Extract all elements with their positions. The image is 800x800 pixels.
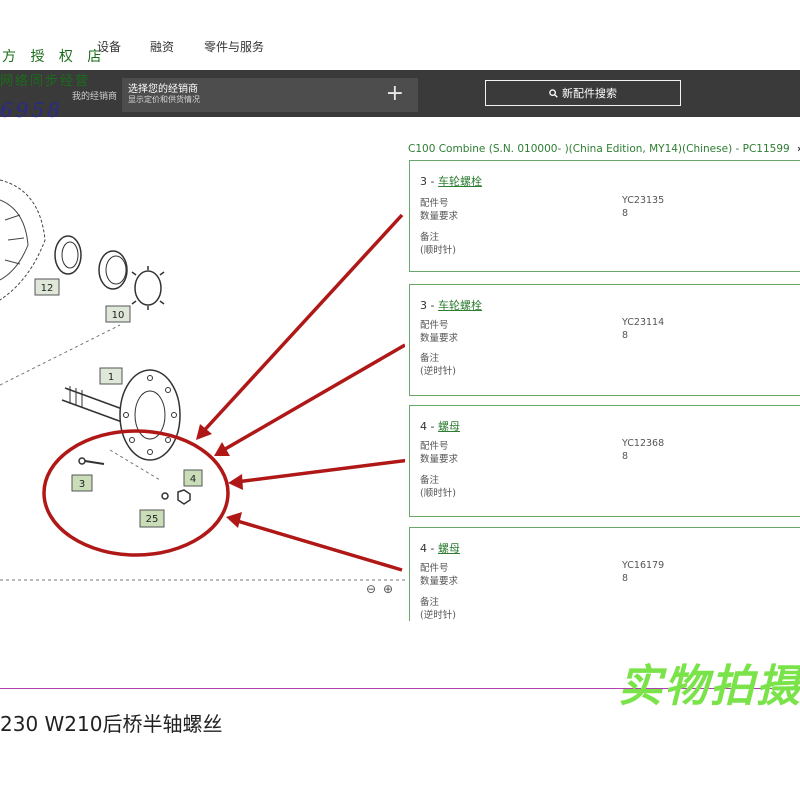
- callout-10: 10: [105, 305, 131, 323]
- note-label: 备注: [420, 597, 440, 608]
- new-parts-search-button[interactable]: 新配件搜索: [485, 80, 681, 106]
- nav-item-equipment[interactable]: 设备: [97, 38, 121, 55]
- part-number-value: YC23135: [622, 195, 665, 206]
- note-value: (顺时针): [420, 245, 456, 256]
- zoom-out-icon[interactable]: ⊖: [366, 582, 376, 596]
- zoom-in-icon[interactable]: ⊕: [383, 582, 393, 596]
- svg-text:12: 12: [41, 283, 54, 294]
- top-navigation: [0, 0, 800, 70]
- note-label: 备注: [420, 232, 440, 243]
- callout-4: 4: [183, 469, 203, 487]
- product-caption: 230 W210后桥半轴螺丝: [0, 712, 223, 736]
- part-number-index: 4: [420, 542, 427, 555]
- nav-item-parts-service[interactable]: 零件与服务: [204, 38, 264, 55]
- part-number-index: 3: [420, 299, 427, 312]
- svg-text:3: 3: [79, 479, 85, 490]
- nav-item-finance[interactable]: 融资: [150, 38, 174, 55]
- part-number-label: 配件号: [420, 563, 449, 574]
- part-card-title: 4 - 螺母: [420, 542, 460, 555]
- callout-1: 1: [99, 367, 123, 385]
- part-number-label: 配件号: [420, 320, 449, 331]
- svg-text:4: 4: [190, 474, 196, 485]
- watermark-sync-text: 网络同步经营: [0, 74, 91, 89]
- part-number-label: 配件号: [420, 441, 449, 452]
- note-label: 备注: [420, 475, 440, 486]
- part-number-label: 配件号: [420, 198, 449, 209]
- part-name-link[interactable]: 螺母: [438, 542, 460, 555]
- svg-text:25: 25: [146, 514, 159, 525]
- breadcrumb-text: C100 Combine (S.N. 010000- )(China Editi…: [408, 143, 790, 155]
- annotation-arrow-4: [226, 512, 403, 572]
- my-dealer-label: 我的经销商: [72, 92, 118, 102]
- breadcrumb[interactable]: C100 Combine (S.N. 010000- )(China Editi…: [408, 143, 800, 155]
- part-number-index: 3: [420, 175, 427, 188]
- select-dealer-button[interactable]: 选择您的经销商 显示定价和供货情况 +: [122, 78, 418, 112]
- part-card-title: 3 - 车轮螺栓: [420, 299, 482, 312]
- quantity-label: 数量要求: [420, 576, 459, 587]
- part-number-value: YC12368: [622, 438, 665, 449]
- quantity-label: 数量要求: [420, 333, 459, 344]
- svg-text:1: 1: [108, 372, 114, 383]
- part-name-link[interactable]: 车轮螺栓: [438, 299, 482, 312]
- note-value: (顺时针): [420, 488, 456, 499]
- part-card: 3 - 车轮螺栓 配件号 YC23114 数量要求 8 备注 (逆时针): [409, 284, 800, 396]
- search-button-label: 新配件搜索: [562, 87, 617, 100]
- quantity-value: 8: [622, 451, 629, 462]
- part-card: 4 - 螺母 配件号 YC12368 数量要求 8 备注 (顺时针): [409, 405, 800, 517]
- part-name-link[interactable]: 螺母: [438, 420, 460, 433]
- part-name-link[interactable]: 车轮螺栓: [438, 175, 482, 188]
- select-dealer-title: 选择您的经销商: [128, 84, 198, 95]
- annotation-arrow-2: [214, 343, 405, 456]
- plus-icon: +: [385, 81, 404, 106]
- callout-25: 25: [139, 509, 165, 528]
- note-value: (逆时针): [420, 366, 456, 377]
- quantity-value: 8: [622, 208, 629, 219]
- watermark-shop-name: 方 授 权 店: [2, 49, 107, 65]
- search-icon: [549, 88, 558, 98]
- quantity-value: 8: [622, 573, 629, 584]
- annotation-arrow-3: [228, 458, 405, 490]
- quantity-value: 8: [622, 330, 629, 341]
- note-value: (逆时针): [420, 610, 456, 621]
- watermark-phone: 6958: [0, 98, 63, 122]
- part-card-title: 4 - 螺母: [420, 420, 460, 433]
- quantity-label: 数量要求: [420, 454, 459, 465]
- svg-text:10: 10: [112, 310, 125, 321]
- quantity-label: 数量要求: [420, 211, 459, 222]
- select-dealer-subtitle: 显示定价和供货情况: [128, 95, 200, 104]
- note-label: 备注: [420, 353, 440, 364]
- part-number-value: YC23114: [622, 317, 665, 328]
- watermark-real-photo: 实物拍摄: [618, 661, 800, 712]
- part-number-value: YC16179: [622, 560, 665, 571]
- part-card: 3 - 车轮螺栓 配件号 YC23135 数量要求 8 备注 (顺时针): [409, 160, 800, 272]
- part-card-title: 3 - 车轮螺栓: [420, 175, 482, 188]
- callout-12: 12: [34, 278, 60, 296]
- part-card: 4 - 螺母 配件号 YC16179 数量要求 8 备注 (逆时针): [409, 527, 800, 621]
- parts-diagram: 12 10 1 3 4 25: [0, 179, 405, 581]
- callout-3: 3: [71, 474, 93, 492]
- part-number-index: 4: [420, 420, 427, 433]
